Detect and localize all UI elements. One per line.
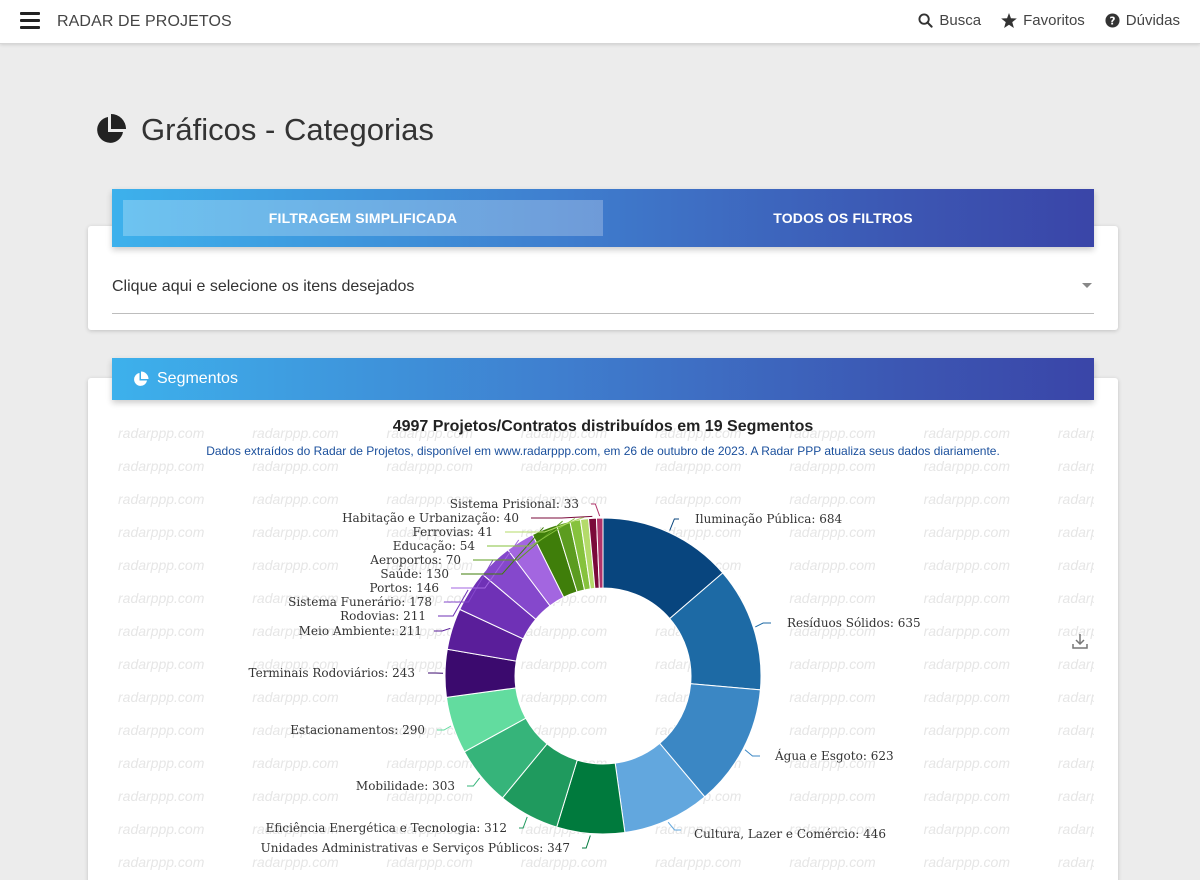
data-label: Cultura, Lazer e Comércio: 446 [694, 827, 886, 841]
data-label: Terminais Rodoviários: 243 [249, 666, 415, 680]
donut-chart: Iluminação Pública: 684 Resíduos Sólidos:… [249, 497, 921, 855]
label-connector [667, 821, 681, 831]
data-label: Iluminação Pública: 684 [695, 512, 842, 526]
data-label: Eficiência Energética e Tecnologia: 312 [266, 821, 507, 835]
data-label: Ferrovias: 41 [412, 525, 493, 539]
label-connector [434, 627, 451, 632]
data-label: Sistema Funerário: 178 [288, 595, 432, 609]
data-label: Aeroportos: 70 [369, 553, 461, 567]
label-connector [582, 835, 591, 849]
data-label: Educação: 54 [393, 539, 476, 553]
data-label: Rodovias: 211 [340, 609, 426, 623]
label-connector [519, 816, 528, 829]
label-connector [755, 622, 771, 628]
download-icon [1072, 634, 1088, 649]
data-label: Habitação e Urbanização: 40 [342, 511, 519, 525]
data-label: Água e Esgoto: 623 [774, 748, 894, 763]
label-connector [591, 503, 601, 517]
data-label: Sistema Prisional: 33 [450, 497, 579, 511]
label-connector [744, 749, 760, 757]
download-chart-button[interactable] [1071, 632, 1089, 650]
label-connector [437, 725, 452, 731]
label-connector [669, 518, 679, 531]
data-label: Meio Ambiente: 211 [299, 624, 422, 638]
data-label: Saúde: 130 [380, 567, 449, 581]
label-connector [467, 777, 481, 787]
data-label: Resíduos Sólidos: 635 [787, 616, 921, 630]
data-label: Unidades Administrativas e Serviços Públ… [261, 841, 570, 855]
data-label: Portos: 146 [369, 581, 439, 595]
data-label: Mobilidade: 303 [356, 779, 455, 793]
data-label: Estacionamentos: 290 [290, 723, 425, 737]
